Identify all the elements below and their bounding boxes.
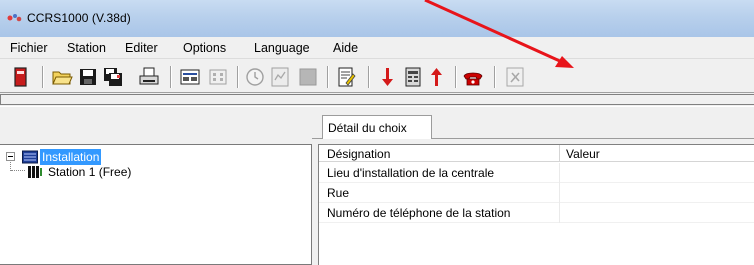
menu-editer[interactable]: Editer [125, 41, 158, 55]
menu-aide[interactable]: Aide [333, 41, 358, 55]
save-disk-icon[interactable] [76, 65, 100, 89]
print-icon[interactable] [137, 65, 161, 89]
table-row[interactable]: Numéro de téléphone de la station [319, 203, 754, 223]
station-panel-icon[interactable] [178, 65, 202, 89]
strip-inset [0, 94, 754, 105]
cell-divider [559, 183, 560, 203]
main-area: Installation Station 1 (Free) Détail du … [0, 107, 754, 265]
toolbar-separator [170, 66, 172, 88]
cell-divider [559, 163, 560, 183]
menu-language[interactable]: Language [254, 41, 310, 55]
download-arrow-icon[interactable] [375, 65, 399, 89]
toolbar-separator [327, 66, 329, 88]
clock-disabled-icon[interactable] [243, 65, 267, 89]
tools-disabled-icon[interactable] [503, 65, 527, 89]
upload-arrow-icon[interactable] [424, 65, 448, 89]
tab-baseline [312, 138, 322, 139]
collapse-toggle-icon[interactable] [6, 152, 15, 161]
open-folder-icon[interactable] [50, 65, 74, 89]
toolbar-separator [237, 66, 239, 88]
window-title: CCRS1000 (V.38d) [27, 11, 131, 25]
tree-pane[interactable]: Installation Station 1 (Free) [0, 144, 312, 265]
address-strip [0, 92, 754, 107]
tab-label: Détail du choix [328, 121, 407, 135]
tab-detail-du-choix[interactable]: Détail du choix [322, 115, 432, 139]
title-bar[interactable]: CCRS1000 (V.38d) [0, 0, 754, 37]
square-disabled-icon[interactable] [296, 65, 320, 89]
station-icon [28, 166, 42, 178]
tree-label-station: Station 1 (Free) [48, 165, 132, 179]
app-icon [7, 14, 22, 22]
row-designation: Rue [327, 186, 350, 200]
telephone-icon[interactable] [461, 65, 485, 89]
menu-fichier[interactable]: Fichier [10, 41, 48, 55]
toolbar-separator [42, 66, 44, 88]
tree-connector [11, 170, 25, 171]
toolbar-separator [494, 66, 496, 88]
network-disabled-icon[interactable] [268, 65, 292, 89]
toolbar-separator [368, 66, 370, 88]
property-grid[interactable]: Désignation Valeur Lieu d'installation d… [318, 144, 754, 265]
red-device-icon[interactable] [8, 65, 32, 89]
menu-options[interactable]: Options [183, 41, 226, 55]
menu-bar: Fichier Station Editer Options Language … [0, 37, 754, 59]
cell-divider [559, 203, 560, 223]
menu-station[interactable]: Station [67, 41, 106, 55]
column-divider[interactable] [559, 145, 560, 162]
save-multiple-icon[interactable] [101, 65, 125, 89]
table-row[interactable]: Lieu d'installation de la centrale [319, 163, 754, 183]
column-header-designation[interactable]: Désignation [327, 147, 390, 161]
toolbar-separator [455, 66, 457, 88]
grid-header: Désignation Valeur [319, 145, 754, 162]
keypad-disabled-icon[interactable] [206, 65, 230, 89]
tab-baseline [432, 138, 754, 139]
tree-label-installation: Installation [40, 149, 102, 165]
toolbar [0, 59, 754, 92]
row-designation: Lieu d'installation de la centrale [327, 166, 495, 180]
device-module-icon[interactable] [401, 65, 425, 89]
row-designation: Numéro de téléphone de la station [327, 206, 511, 220]
installation-icon [22, 150, 38, 164]
table-row[interactable]: Rue [319, 183, 754, 203]
column-header-valeur[interactable]: Valeur [566, 147, 600, 161]
edit-document-icon[interactable] [334, 65, 358, 89]
